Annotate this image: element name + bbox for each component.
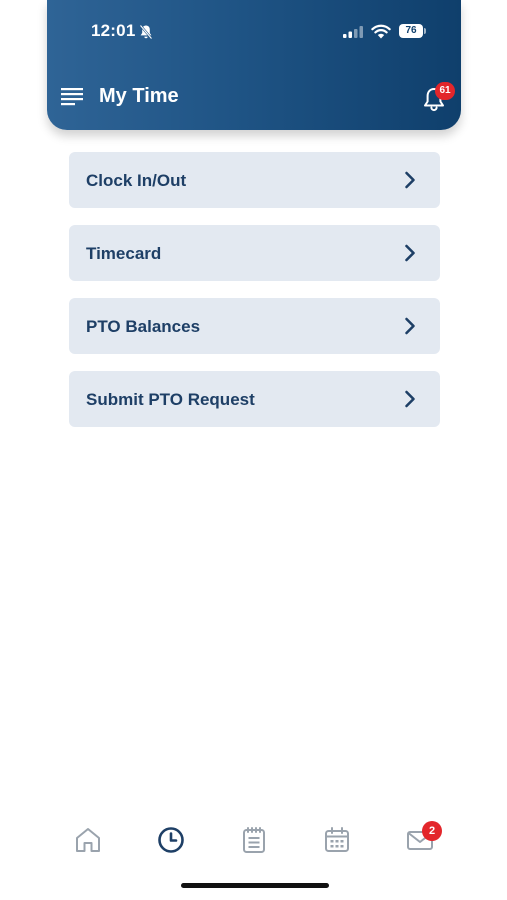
nav-bar: My Time 61 <box>47 64 461 130</box>
time-menu-list: Clock In/Out Timecard PTO Balances Submi… <box>69 152 440 444</box>
chevron-right-icon <box>405 244 415 262</box>
notepad-icon <box>243 827 265 853</box>
tab-calendar[interactable] <box>315 815 359 859</box>
menu-item-label: PTO Balances <box>86 317 201 336</box>
menu-item-label: Clock In/Out <box>86 171 187 190</box>
status-bar: 12:01 76 <box>47 0 461 64</box>
status-time: 12:01 <box>91 21 136 40</box>
wifi-icon <box>371 24 391 39</box>
menu-item-timecard[interactable]: Timecard <box>69 225 440 281</box>
tab-messages[interactable]: 2 <box>398 815 442 859</box>
tab-home[interactable] <box>66 815 110 859</box>
bell-slash-icon <box>139 24 153 40</box>
chevron-right-icon <box>405 317 415 335</box>
battery-level: 76 <box>399 24 423 38</box>
menu-item-label: Timecard <box>86 244 162 263</box>
home-icon <box>76 828 100 852</box>
calendar-icon <box>325 827 349 852</box>
battery-tip <box>424 28 426 34</box>
home-indicator[interactable] <box>181 883 329 888</box>
page-title: My Time <box>99 85 179 107</box>
clock-icon <box>158 827 184 853</box>
chevron-right-icon <box>405 390 415 408</box>
notifications-button[interactable]: 61 <box>419 82 455 114</box>
menu-item-clock-in-out[interactable]: Clock In/Out <box>69 152 440 208</box>
notifications-badge: 61 <box>435 82 455 100</box>
messages-badge: 2 <box>422 821 442 841</box>
bottom-tab-bar: 2 <box>0 815 507 865</box>
menu-item-submit-pto-request[interactable]: Submit PTO Request <box>69 371 440 427</box>
menu-item-pto-balances[interactable]: PTO Balances <box>69 298 440 354</box>
cellular-signal-icon <box>343 26 363 38</box>
battery-icon: 76 <box>399 24 426 38</box>
hamburger-menu-icon[interactable] <box>61 86 85 106</box>
chevron-right-icon <box>405 171 415 189</box>
app-header: 12:01 76 My Time 61 <box>47 0 461 130</box>
menu-item-label: Submit PTO Request <box>86 390 255 409</box>
tab-my-time[interactable] <box>149 815 193 859</box>
tab-notes[interactable] <box>232 815 276 859</box>
